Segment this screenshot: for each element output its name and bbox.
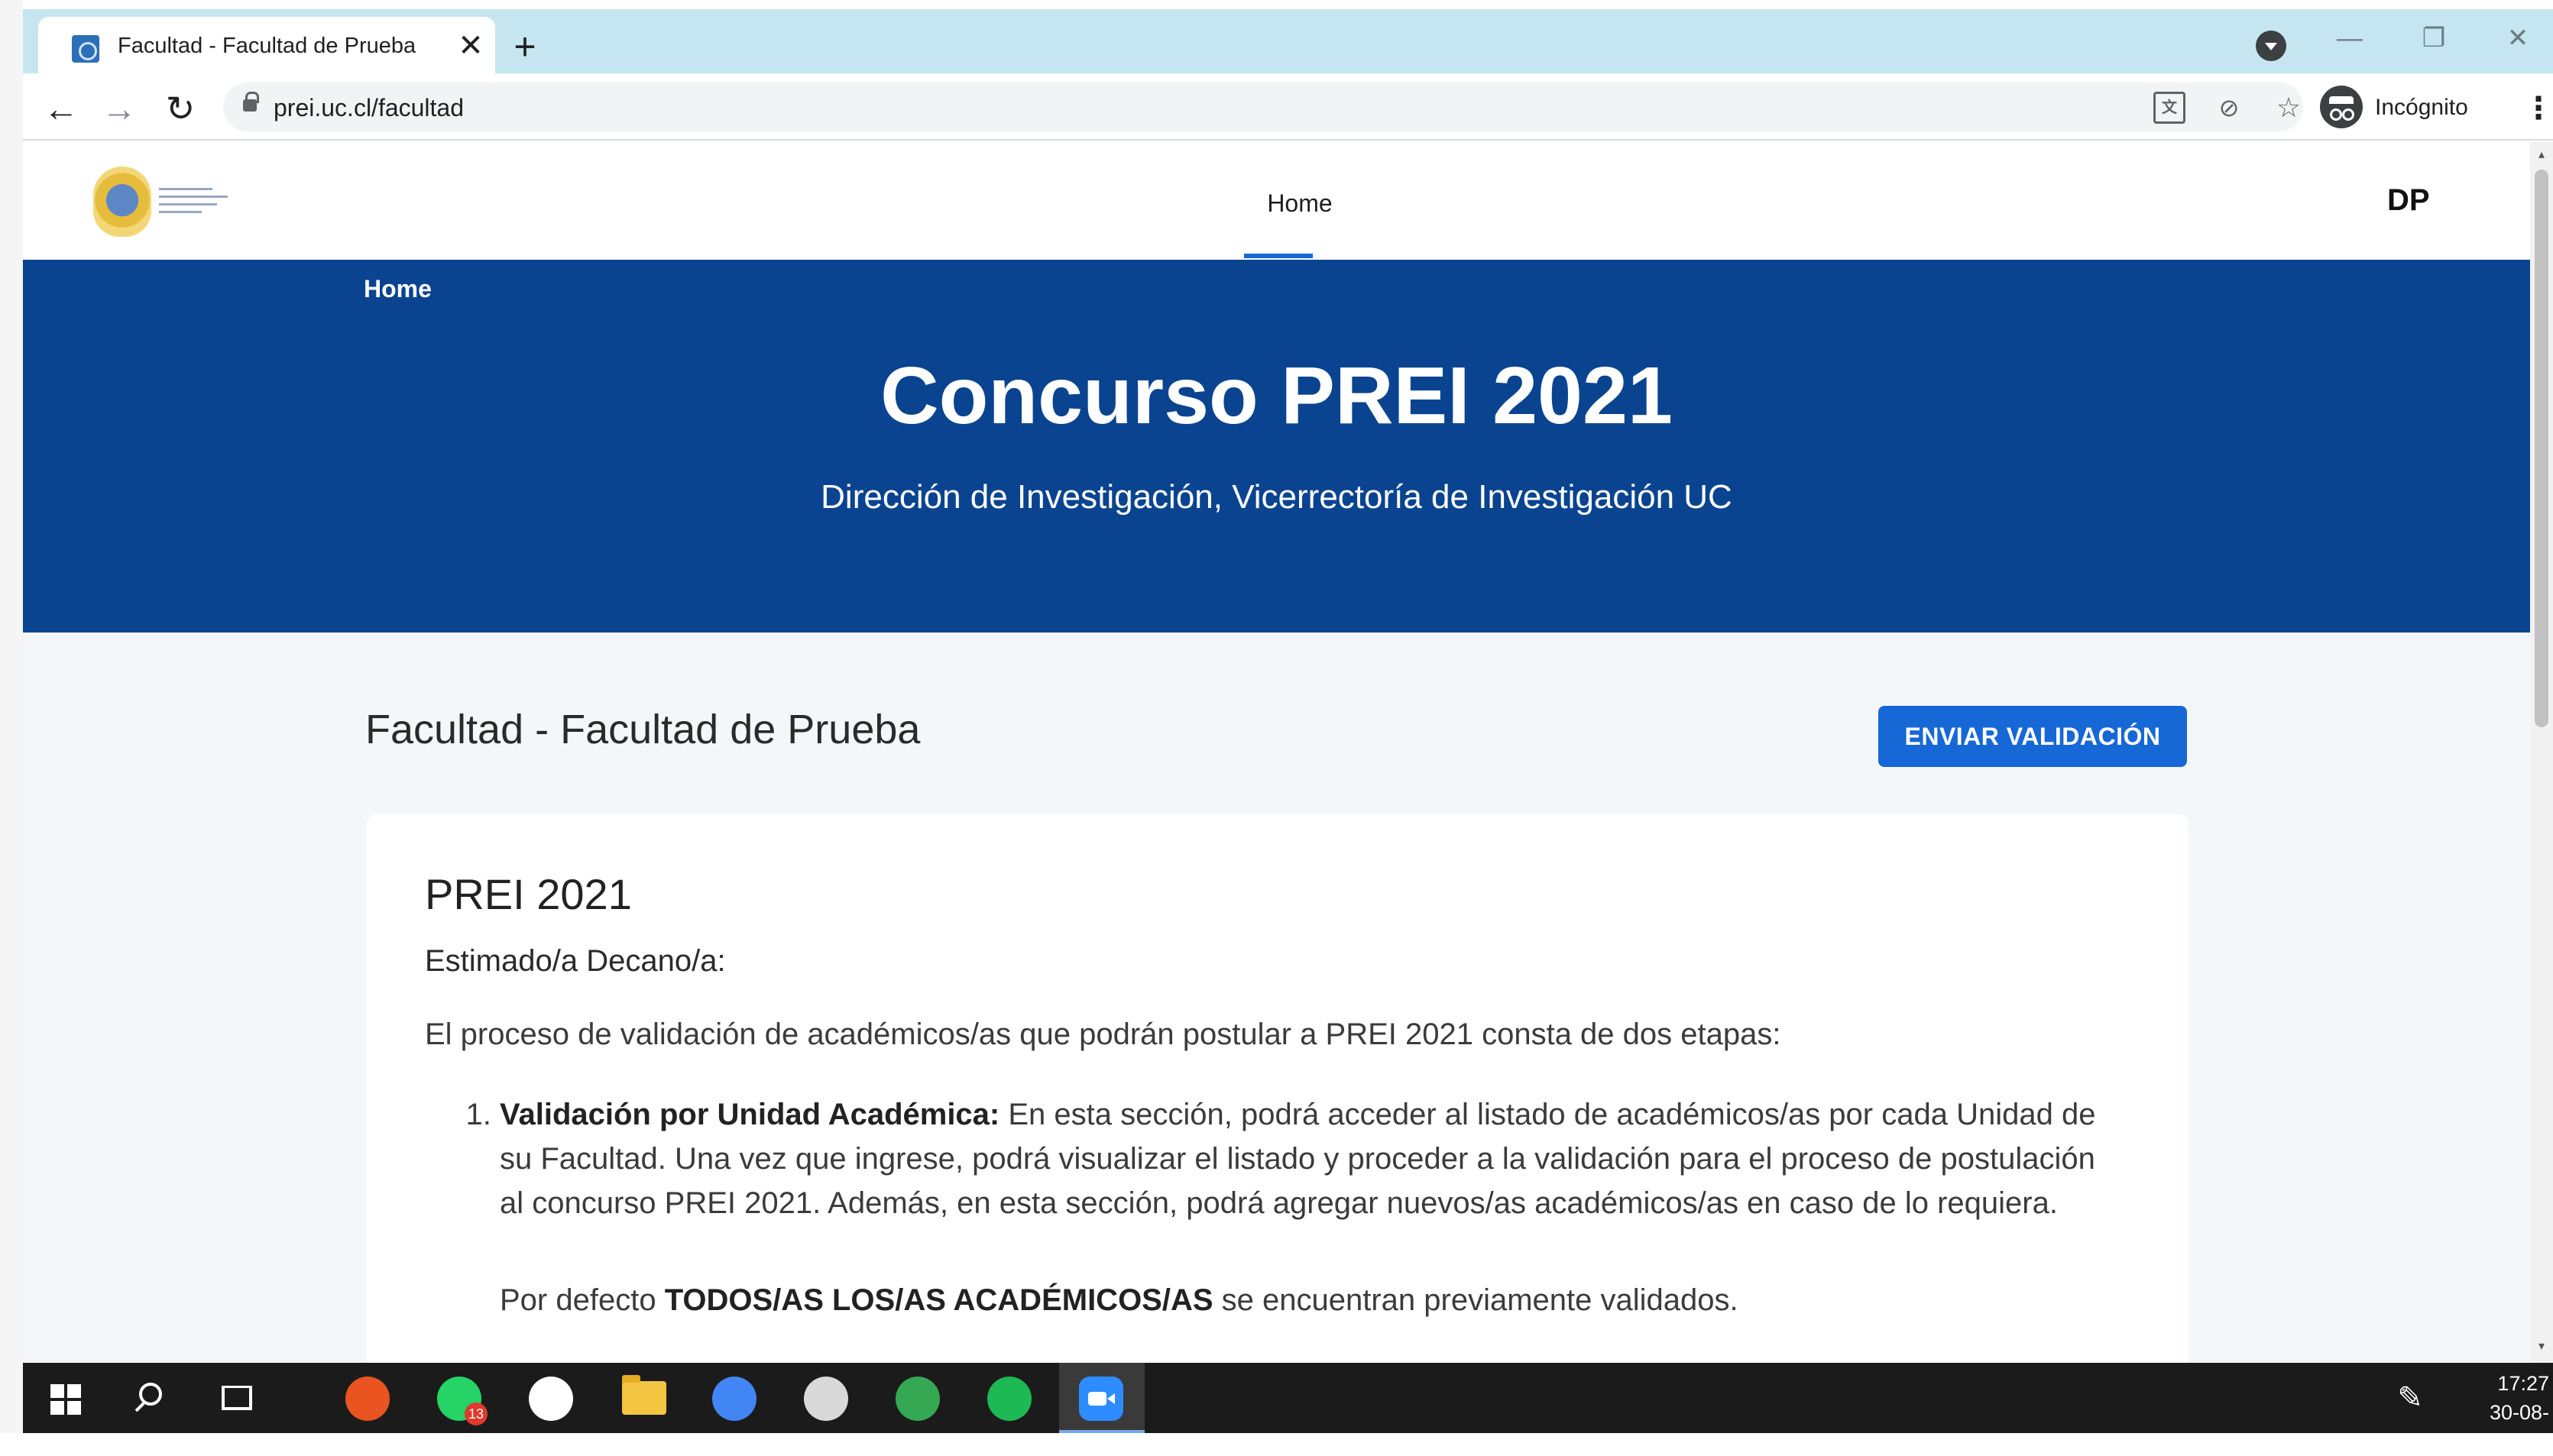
tracking-protection-icon[interactable]: ⊘ <box>2213 92 2245 124</box>
note-prefix: Por defecto <box>500 1283 665 1317</box>
incognito-profile-button[interactable]: Incógnito <box>2320 86 2503 128</box>
note-suffix: se encuentran previamente validados. <box>1213 1283 1738 1317</box>
lock-icon[interactable] <box>243 92 259 112</box>
send-validation-button[interactable]: ENVIAR VALIDACIÓN <box>1878 706 2187 767</box>
nav-home-link[interactable]: Home <box>1244 189 1356 218</box>
snipping-icon <box>804 1377 848 1421</box>
uc-shield-icon <box>93 167 151 237</box>
windows-taskbar: 13 ✎ 17:27 30-08-2021 <box>23 1363 2553 1453</box>
scroll-up-icon[interactable]: ▴ <box>2536 149 2547 161</box>
ubuntu-icon <box>345 1377 390 1421</box>
scroll-down-icon[interactable]: ▾ <box>2536 1341 2547 1353</box>
taskbar-app-snipping[interactable] <box>784 1363 870 1433</box>
note-emphasis: TODOS/AS LOS/AS ACADÉMICOS/AS <box>664 1283 1213 1317</box>
search-icon <box>139 1383 162 1406</box>
reload-icon[interactable]: ↻ <box>159 87 202 130</box>
notification-badge: 13 <box>465 1403 488 1425</box>
window-close-icon[interactable]: ✕ <box>2480 17 2553 60</box>
logo-wordmark <box>159 188 228 218</box>
new-tab-icon[interactable]: + <box>504 26 546 67</box>
list-item: Validación por Unidad Académica: En esta… <box>500 1092 2097 1225</box>
nav-active-indicator <box>1244 254 1313 258</box>
start-button[interactable] <box>23 1363 109 1433</box>
browser-toolbar: ← → ↻ prei.uc.cl/facultad 文 ⊘ ☆ Incógnit… <box>23 73 2553 141</box>
browser-tab[interactable]: Facultad - Facultad de Prueba ✕ <box>38 17 495 73</box>
page-title: Concurso PREI 2021 <box>880 351 1673 441</box>
page-subtitle: Dirección de Investigación, Vicerrectorí… <box>821 478 1732 516</box>
tab-title: Facultad - Facultad de Prueba <box>118 34 416 58</box>
taskbar-app-whatsapp[interactable]: 13 <box>417 1363 503 1433</box>
clock-time: 17:27 <box>2497 1372 2549 1395</box>
taskbar-app-chrome[interactable] <box>692 1363 778 1433</box>
windows-logo-icon <box>50 1384 81 1415</box>
hero-banner: Home Concurso PREI 2021 Dirección de Inv… <box>23 260 2530 633</box>
translate-icon[interactable]: 文 <box>2153 92 2185 124</box>
step1-heading: Validación por Unidad Académica: <box>500 1098 1000 1131</box>
site-favicon-icon <box>72 35 99 63</box>
pen-input-icon[interactable]: ✎ <box>2392 1380 2428 1416</box>
faculty-heading: Facultad - Facultad de Prueba <box>365 707 921 752</box>
incognito-icon <box>2320 86 2363 128</box>
bookmark-star-icon[interactable]: ☆ <box>2273 92 2305 124</box>
chrome-icon <box>712 1377 757 1421</box>
forward-arrow-icon[interactable]: → <box>98 87 141 130</box>
taskbar-app-ubuntu[interactable] <box>326 1363 411 1433</box>
address-bar[interactable]: prei.uc.cl/facultad 文 ⊘ ☆ <box>223 83 2303 131</box>
slack-icon <box>529 1377 573 1421</box>
info-card: PREI 2021 Estimado/a Decano/a: El proces… <box>367 814 2189 1363</box>
incognito-label: Incógnito <box>2375 95 2468 120</box>
task-view-icon <box>222 1386 252 1410</box>
tab-search-icon[interactable] <box>2256 31 2286 61</box>
clock-date: 30-08-2021 <box>2489 1401 2549 1453</box>
default-validation-note: Por defecto TODOS/AS LOS/AS ACADÉMICOS/A… <box>500 1283 1738 1318</box>
window-left-edge <box>0 0 23 1433</box>
chrome-incognito-icon <box>896 1377 940 1421</box>
page-viewport: Home DP Home Concurso PREI 2021 Direcció… <box>23 142 2530 1363</box>
page-scrollbar[interactable]: ▴ ▾ <box>2530 142 2553 1363</box>
browser-tab-strip: Facultad - Facultad de Prueba ✕ + — ❐ ✕ <box>23 9 2553 73</box>
taskbar-app-file-explorer[interactable] <box>601 1363 686 1433</box>
salutation-text: Estimado/a Decano/a: <box>425 944 726 978</box>
system-clock[interactable]: 17:27 30-08-2021 <box>2445 1369 2549 1456</box>
user-avatar[interactable]: DP <box>2387 183 2430 218</box>
card-title: PREI 2021 <box>425 870 632 918</box>
taskbar-app-spotify[interactable] <box>967 1363 1053 1433</box>
task-view-button[interactable] <box>194 1363 280 1433</box>
back-arrow-icon[interactable]: ← <box>40 87 83 130</box>
taskbar-app-slack[interactable] <box>509 1363 595 1433</box>
scrollbar-thumb[interactable] <box>2535 170 2548 727</box>
taskbar-app-chrome-incognito[interactable] <box>876 1363 961 1433</box>
spotify-icon <box>987 1377 1032 1421</box>
breadcrumb-home[interactable]: Home <box>364 275 432 303</box>
browser-menu-icon[interactable]: ⋮ <box>2522 90 2553 127</box>
restore-icon[interactable]: ❐ <box>2396 17 2472 60</box>
tab-close-icon[interactable]: ✕ <box>454 29 488 63</box>
uc-logo[interactable] <box>93 162 231 241</box>
zoom-icon <box>1079 1377 1123 1421</box>
file-explorer-icon <box>622 1375 666 1415</box>
site-header: Home DP <box>23 142 2530 260</box>
url-text[interactable]: prei.uc.cl/facultad <box>274 94 464 122</box>
minimize-icon[interactable]: — <box>2312 17 2388 60</box>
taskbar-search-button[interactable] <box>109 1363 194 1433</box>
taskbar-app-zoom[interactable] <box>1059 1363 1145 1433</box>
steps-list: Validación por Unidad Académica: En esta… <box>477 1092 2097 1225</box>
intro-paragraph: El proceso de validación de académicos/a… <box>425 1018 1781 1051</box>
